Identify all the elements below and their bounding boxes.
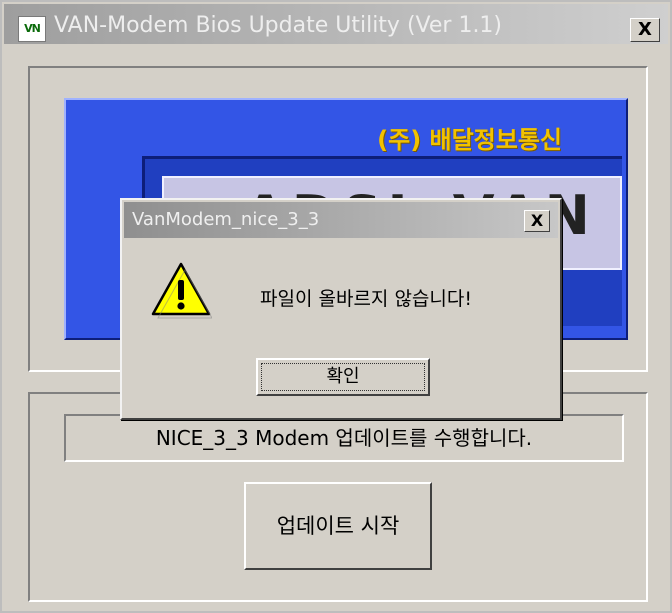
dialog-title-bar: VanModem_nice_3_3 X [124, 202, 558, 238]
message-dialog: VanModem_nice_3_3 X 파일이 올바르지 않습니다! 확인 [120, 198, 562, 420]
dialog-title: VanModem_nice_3_3 [132, 209, 320, 230]
company-name: (주) 배달정보통신 [377, 126, 562, 154]
warning-icon [151, 262, 212, 319]
dialog-close-button[interactable]: X [524, 210, 550, 232]
title-bar: VN VAN-Modem Bios Update Utility (Ver 1.… [4, 4, 668, 44]
app-icon: VN [18, 16, 46, 42]
dialog-message: 파일이 올바르지 않습니다! [260, 288, 472, 310]
window-title: VAN-Modem Bios Update Utility (Ver 1.1) [54, 13, 503, 38]
status-text: NICE_3_3 Modem 업데이트를 수행합니다. [64, 414, 624, 462]
ok-button[interactable]: 확인 [256, 358, 430, 396]
start-update-button[interactable]: 업데이트 시작 [244, 482, 432, 570]
close-button[interactable]: X [630, 18, 660, 42]
